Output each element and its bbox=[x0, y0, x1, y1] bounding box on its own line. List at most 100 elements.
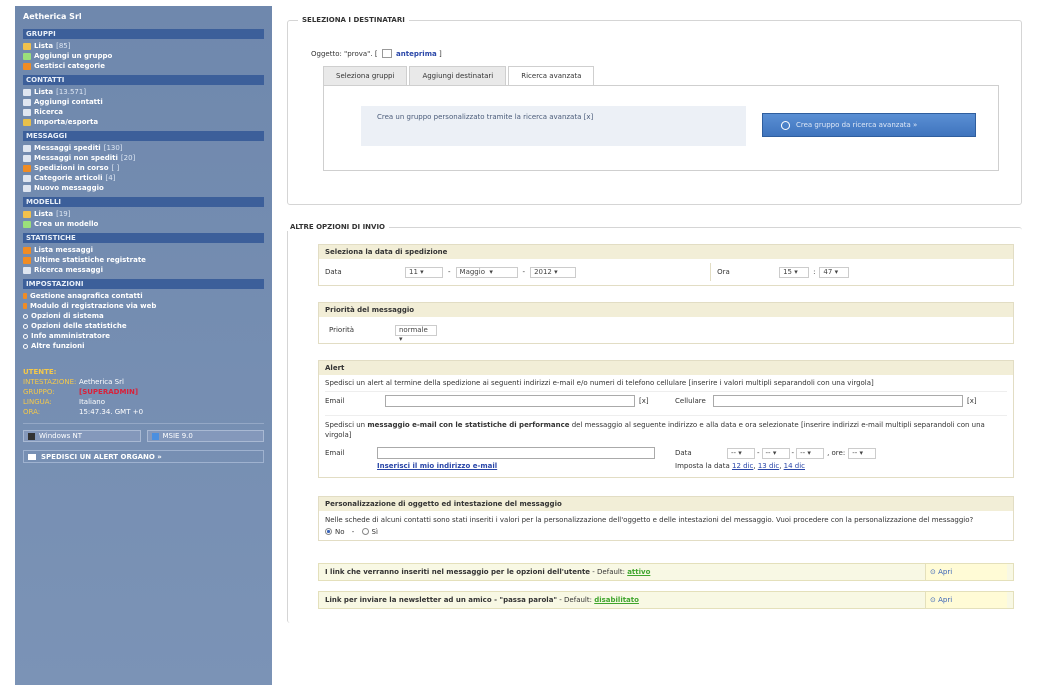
sidebar-item[interactable]: Ricerca messaggi bbox=[23, 265, 264, 275]
user-info-value: [SUPERADMIN] bbox=[79, 388, 139, 396]
open-button[interactable]: ⊙ Apri bbox=[925, 564, 1007, 580]
user-info-value: Italiano bbox=[79, 398, 105, 406]
stats-year-select[interactable]: -- ▾ bbox=[796, 447, 825, 459]
sidebar-item-label: Lista messaggi bbox=[34, 246, 94, 254]
sidebar-item[interactable]: Lista messaggi bbox=[23, 245, 264, 255]
browser-icon bbox=[151, 432, 159, 440]
subject-text: Oggetto: "prova". [ bbox=[311, 50, 378, 58]
search-icon bbox=[23, 108, 31, 116]
hour-select[interactable]: 15 ▾ bbox=[779, 266, 810, 278]
sidebar-item-count: [ ] bbox=[111, 164, 120, 172]
alert-email-clear[interactable]: [x] bbox=[639, 397, 675, 405]
send-alert-label: SPEDISCI UN ALERT ORGANO » bbox=[41, 452, 162, 461]
collapsible-option: I link che verranno inseriti nel messagg… bbox=[318, 563, 1014, 581]
minute-select[interactable]: 47 ▾ bbox=[819, 266, 850, 278]
sidebar-item[interactable]: Aggiungi contatti bbox=[23, 97, 264, 107]
new-message-icon bbox=[23, 184, 31, 192]
categories-icon bbox=[23, 62, 31, 70]
sending-icon bbox=[23, 164, 31, 172]
sidebar-item[interactable]: Lista [13.571] bbox=[23, 87, 264, 97]
bullet-icon bbox=[23, 333, 28, 339]
stats-day-select[interactable]: -- ▾ bbox=[727, 447, 755, 459]
day-select[interactable]: 11 ▾ bbox=[405, 266, 443, 278]
stats-date-label: Data bbox=[675, 449, 692, 457]
tab-0[interactable]: Seleziona gruppi bbox=[323, 66, 408, 86]
unsent-messages-icon bbox=[23, 154, 31, 162]
create-group-button[interactable]: Crea gruppo da ricerca avanzata » bbox=[762, 113, 976, 137]
sidebar-item[interactable]: Opzioni delle statistiche bbox=[23, 321, 264, 331]
send-alert-button[interactable]: SPEDISCI UN ALERT ORGANO » bbox=[23, 450, 264, 463]
sidebar-item-label: Lista bbox=[34, 210, 54, 218]
time-label: Ora bbox=[717, 268, 730, 276]
sidebar-item-label: Lista bbox=[34, 88, 54, 96]
sidebar-item[interactable]: Ultime statistiche registrate bbox=[23, 255, 264, 265]
tab-1[interactable]: Aggiungi destinatari bbox=[409, 66, 507, 86]
sidebar-item[interactable]: Crea un modello bbox=[23, 219, 264, 229]
create-group-label: Crea gruppo da ricerca avanzata » bbox=[796, 121, 918, 129]
sidebar-item[interactable]: Categorie articoli [4] bbox=[23, 173, 264, 183]
preview-link[interactable]: anteprima bbox=[396, 50, 437, 58]
sidebar-item-label: Ricerca messaggi bbox=[34, 266, 103, 274]
sidebar-item[interactable]: Messaggi spediti [130] bbox=[23, 143, 264, 153]
sidebar-item-label: Opzioni delle statistiche bbox=[31, 322, 127, 330]
user-info-row: ORA: 15:47.34. GMT +0 bbox=[23, 407, 264, 417]
user-info-row: INTESTAZIONE: Aetherica Srl bbox=[23, 377, 264, 387]
subject-line: Oggetto: "prova". [ anteprima ] bbox=[311, 49, 1006, 58]
personalization-text: Nelle schede di alcuni contatti sono sta… bbox=[325, 516, 974, 524]
sidebar-item[interactable]: Importa/esporta bbox=[23, 117, 264, 127]
add-group-icon bbox=[23, 52, 31, 60]
sidebar-section-header: CONTATTI bbox=[23, 75, 264, 85]
cell-input[interactable] bbox=[713, 394, 963, 407]
sidebar-item[interactable]: Opzioni di sistema bbox=[23, 311, 264, 321]
collapsible-option: Link per inviare la newsletter ad un ami… bbox=[318, 591, 1014, 609]
sidebar-item[interactable]: Nuovo messaggio bbox=[23, 183, 264, 193]
open-button[interactable]: ⊙ Apri bbox=[925, 592, 1007, 608]
sidebar-item-count: [20] bbox=[120, 154, 136, 162]
mail-icon bbox=[28, 453, 36, 460]
set-date-link[interactable]: 13 dic bbox=[758, 462, 779, 470]
sidebar-item[interactable]: Gestisci categorie bbox=[23, 61, 264, 71]
priority-box: Priorità del messaggio Priorità normale … bbox=[318, 302, 1014, 344]
alert-box: Alert Spedisci un alert al termine della… bbox=[318, 360, 1014, 478]
sidebar-item[interactable]: Gestione anagrafica contatti bbox=[23, 291, 264, 301]
sidebar-item[interactable]: Ricerca bbox=[23, 107, 264, 117]
sidebar-item[interactable]: Spedizioni in corso[ ] bbox=[23, 163, 264, 173]
user-info-key: ORA: bbox=[23, 408, 41, 416]
group-icon bbox=[23, 42, 31, 50]
sidebar-item[interactable]: Aggiungi un gruppo bbox=[23, 51, 264, 61]
alert-email-input[interactable] bbox=[385, 394, 635, 407]
sidebar-item-label: Gestisci categorie bbox=[34, 62, 105, 70]
stats-hour-select[interactable]: -- ▾ bbox=[848, 447, 877, 459]
sidebar-item[interactable]: Lista [85] bbox=[23, 41, 264, 51]
sidebar-item[interactable]: Modulo di registrazione via web bbox=[23, 301, 264, 311]
sidebar-item[interactable]: Altre funzioni bbox=[23, 341, 264, 351]
radio-si[interactable] bbox=[361, 528, 369, 535]
bullet-icon bbox=[23, 343, 28, 349]
sidebar-item[interactable]: Messaggi non spediti [20] bbox=[23, 153, 264, 163]
sidebar-item[interactable]: Info amministratore bbox=[23, 331, 264, 341]
sidebar-item[interactable]: Lista [19] bbox=[23, 209, 264, 219]
user-info-row: GRUPPO: [SUPERADMIN] bbox=[23, 387, 264, 397]
sidebar-section-header: MODELLI bbox=[23, 197, 264, 207]
select-recipients-section: SELEZIONA I DESTINATARI Oggetto: "prova"… bbox=[287, 16, 1022, 205]
month-select[interactable]: Maggio ▾ bbox=[455, 266, 518, 278]
set-date-link[interactable]: 12 dic bbox=[732, 462, 753, 470]
stats-email-input[interactable] bbox=[377, 447, 655, 459]
sidebar-section-header: GRUPPI bbox=[23, 29, 264, 39]
sidebar-item-count: [85] bbox=[56, 42, 71, 50]
cell-label: Cellulare bbox=[675, 396, 706, 405]
subject-suffix: ] bbox=[438, 50, 442, 58]
user-info-key: LINGUA: bbox=[23, 398, 52, 406]
radio-no[interactable] bbox=[325, 528, 332, 535]
recipient-tabs: Seleziona gruppi Aggiungi destinatari Rice… bbox=[323, 66, 1006, 86]
set-date-link[interactable]: 14 dic bbox=[784, 462, 805, 470]
year-select[interactable]: 2012 ▾ bbox=[530, 266, 577, 278]
user-info-key: GRUPPO: bbox=[23, 388, 55, 396]
priority-select[interactable]: normale ▾ bbox=[395, 324, 437, 343]
alert-description: Spedisci un alert al termine della spedi… bbox=[325, 379, 874, 387]
sidebar-divider bbox=[23, 423, 264, 424]
stats-month-select[interactable]: -- ▾ bbox=[761, 447, 790, 459]
cell-clear[interactable]: [x] bbox=[967, 397, 977, 405]
tab-2[interactable]: Ricerca avanzata bbox=[508, 66, 595, 86]
insert-my-email-link[interactable]: Inserisci il mio indirizzo e-mail bbox=[377, 462, 497, 470]
